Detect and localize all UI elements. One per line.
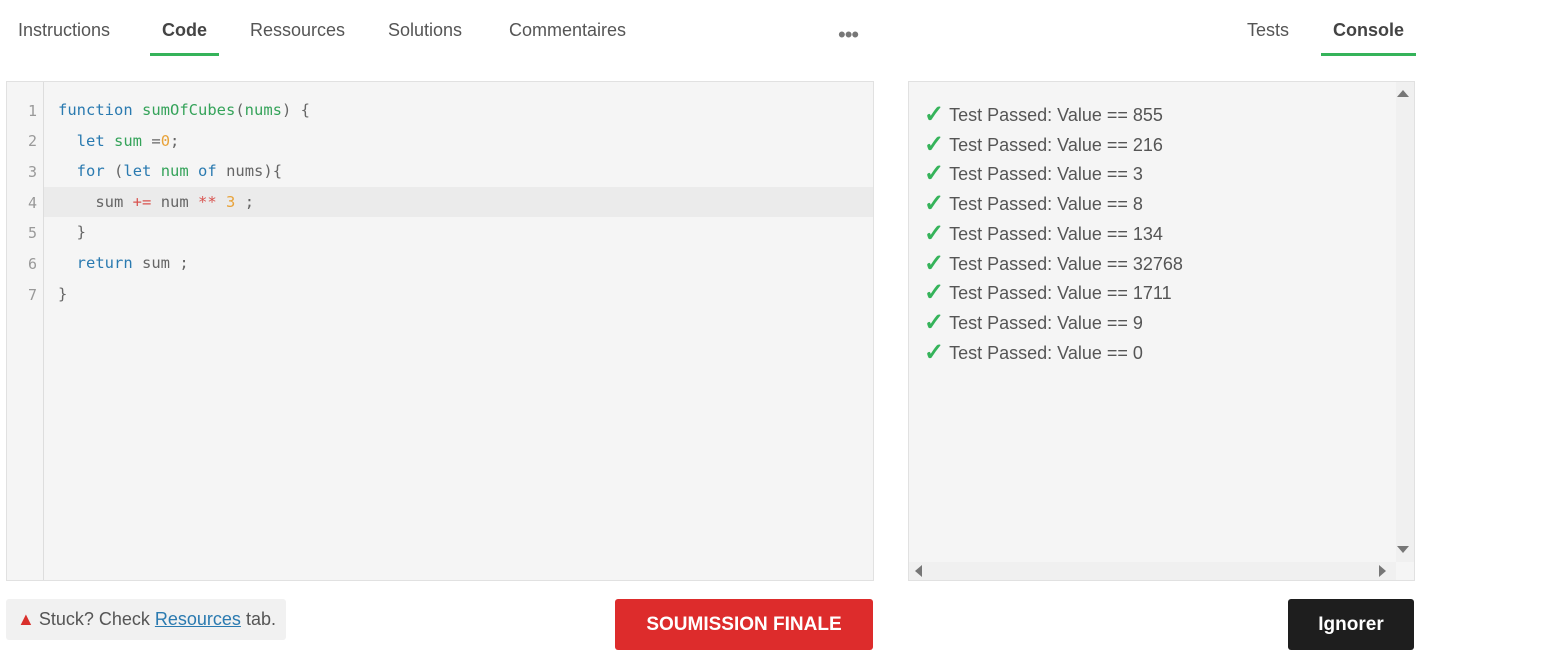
tab-label: Console xyxy=(1333,20,1405,40)
warning-icon: ▲ xyxy=(17,609,35,629)
scroll-up-icon[interactable] xyxy=(1397,90,1409,97)
test-result: ✓ Test Passed: Value == 0 xyxy=(924,337,1143,367)
tab-label: Ressources xyxy=(250,20,346,40)
test-result: ✓ Test Passed: Value == 9 xyxy=(924,307,1143,337)
check-icon: ✓ xyxy=(924,250,945,277)
more-options-icon[interactable]: ••• xyxy=(838,24,859,46)
test-result-text: Test Passed: Value == 134 xyxy=(949,224,1163,244)
stuck-hint: ▲ Stuck? Check Resources tab. xyxy=(6,599,286,640)
resources-link[interactable]: Resources xyxy=(155,609,241,629)
code-line-1[interactable]: function sumOfCubes(nums) { xyxy=(44,95,873,125)
check-icon: ✓ xyxy=(924,101,945,128)
scroll-right-icon[interactable] xyxy=(1379,565,1386,577)
check-icon: ✓ xyxy=(924,190,945,217)
test-result-text: Test Passed: Value == 855 xyxy=(949,105,1163,125)
check-icon: ✓ xyxy=(924,160,945,187)
test-result: ✓ Test Passed: Value == 3 xyxy=(924,158,1143,188)
final-submit-button[interactable]: SOUMISSION FINALE xyxy=(615,599,873,650)
scroll-left-icon[interactable] xyxy=(915,565,922,577)
code-line-2[interactable]: let sum =0; xyxy=(44,126,873,156)
tab-code[interactable]: Code xyxy=(150,20,219,56)
line-number: 5 xyxy=(27,224,37,242)
check-icon: ✓ xyxy=(924,339,945,366)
tab-commentaires[interactable]: Commentaires xyxy=(509,20,626,56)
test-result: ✓ Test Passed: Value == 134 xyxy=(924,218,1163,248)
test-result-text: Test Passed: Value == 3 xyxy=(949,164,1143,184)
test-result-text: Test Passed: Value == 32768 xyxy=(949,254,1183,274)
test-result: ✓ Test Passed: Value == 1711 xyxy=(924,277,1172,307)
line-number: 2 xyxy=(27,132,37,150)
vertical-scrollbar[interactable] xyxy=(1396,82,1414,562)
console-output[interactable]: ✓ Test Passed: Value == 855 ✓ Test Passed:… xyxy=(908,81,1415,581)
test-result: ✓ Test Passed: Value == 216 xyxy=(924,129,1163,159)
line-number-gutter: 1 2 3 4 5 6 7 xyxy=(7,82,44,580)
test-result: ✓ Test Passed: Value == 32768 xyxy=(924,248,1183,278)
code-line-3[interactable]: for (let num of nums){ xyxy=(44,156,873,186)
code-line-7[interactable]: } xyxy=(44,279,873,309)
tab-ressources[interactable]: Ressources xyxy=(250,20,345,56)
active-tab-indicator xyxy=(150,53,219,56)
test-result: ✓ Test Passed: Value == 855 xyxy=(924,99,1163,129)
active-tab-indicator xyxy=(1321,53,1417,56)
tab-tests[interactable]: Tests xyxy=(1247,20,1289,56)
line-number: 6 xyxy=(27,255,37,273)
tab-label: Solutions xyxy=(388,20,463,40)
line-number: 3 xyxy=(27,163,37,181)
check-icon: ✓ xyxy=(924,279,945,306)
tab-label: Tests xyxy=(1247,20,1290,40)
horizontal-scrollbar[interactable] xyxy=(909,562,1396,580)
hint-suffix: tab. xyxy=(240,609,276,629)
code-line-6[interactable]: return sum ; xyxy=(44,248,873,278)
line-number: 7 xyxy=(27,286,37,304)
test-result-text: Test Passed: Value == 0 xyxy=(949,343,1143,363)
check-icon: ✓ xyxy=(924,309,945,336)
tab-instructions[interactable]: Instructions xyxy=(18,20,110,56)
line-number: 4 xyxy=(27,194,37,212)
line-number: 1 xyxy=(27,102,37,120)
tab-label: Code xyxy=(162,20,207,40)
check-icon: ✓ xyxy=(924,131,945,158)
test-result: ✓ Test Passed: Value == 8 xyxy=(924,188,1143,218)
tab-label: Instructions xyxy=(18,20,111,40)
scroll-down-icon[interactable] xyxy=(1397,546,1409,553)
code-line-4[interactable]: sum += num ** 3 ; xyxy=(44,187,873,217)
test-result-text: Test Passed: Value == 9 xyxy=(949,313,1143,333)
test-result-text: Test Passed: Value == 216 xyxy=(949,135,1163,155)
tab-label: Commentaires xyxy=(509,20,627,40)
code-editor[interactable]: 1 2 3 4 5 6 7 function sumOfCubes(nums) … xyxy=(6,81,874,581)
test-result-text: Test Passed: Value == 8 xyxy=(949,194,1143,214)
tab-console[interactable]: Console xyxy=(1321,20,1417,56)
ignore-button[interactable]: Ignorer xyxy=(1288,599,1414,650)
test-result-text: Test Passed: Value == 1711 xyxy=(949,283,1172,303)
hint-prefix: Stuck? Check xyxy=(38,609,155,629)
code-line-5[interactable]: } xyxy=(44,217,873,247)
tab-solutions[interactable]: Solutions xyxy=(388,20,462,56)
check-icon: ✓ xyxy=(924,220,945,247)
